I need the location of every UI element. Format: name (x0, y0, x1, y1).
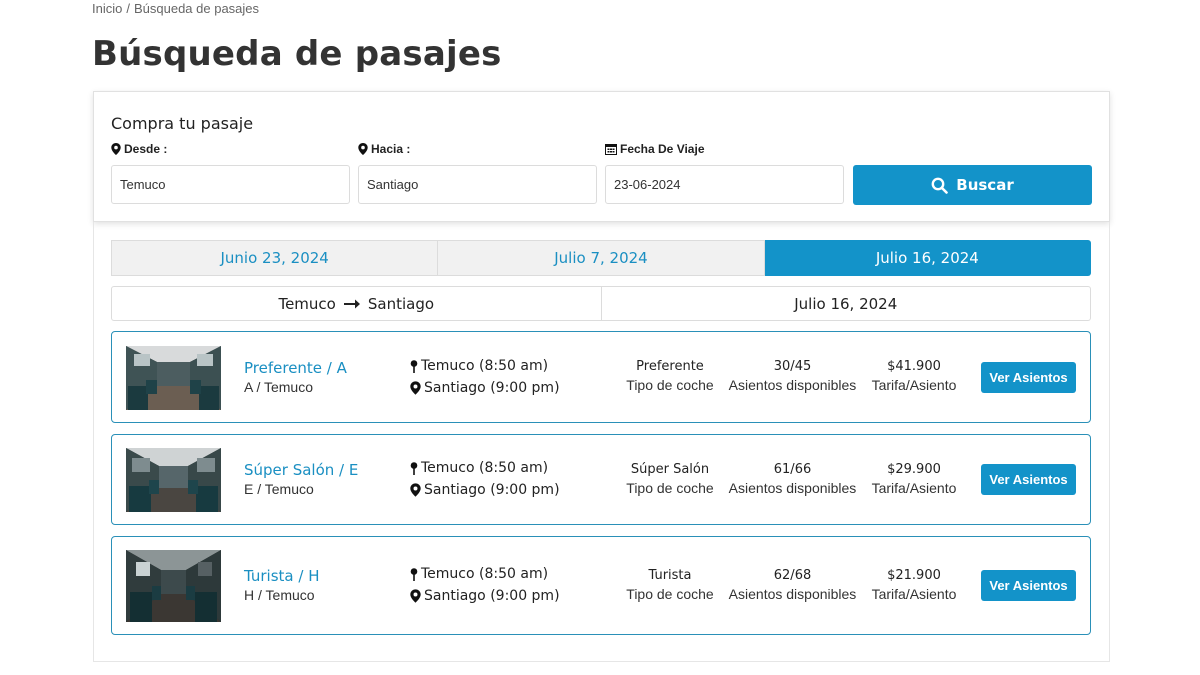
view-seats-button[interactable]: Ver Asientos (981, 362, 1076, 393)
date-label-text: Fecha De Viaje (620, 142, 705, 156)
arrival-text: Santiago (9:00 pm) (424, 380, 560, 396)
date-tab-july-16[interactable]: Julio 16, 2024 (764, 240, 1091, 276)
car-type-label: Tipo de coche (626, 480, 714, 496)
from-input[interactable] (111, 165, 350, 204)
date-tabs: Junio 23, 2024 Julio 7, 2024 Julio 16, 2… (111, 240, 1091, 276)
departure-stop: Temuco (8:50 am) (410, 358, 548, 374)
price-info: $21.900 Tarifa/Asiento (866, 567, 962, 603)
search-heading: Compra tu pasaje (111, 114, 254, 133)
departure-text: Temuco (8:50 am) (421, 358, 549, 374)
car-type-value: Preferente (636, 359, 704, 374)
date-tab-july-7[interactable]: Julio 7, 2024 (438, 240, 765, 276)
seats-label: Asientos disponibles (728, 377, 857, 393)
coach-sub: A / Temuco (244, 379, 314, 395)
car-type-value: Súper Salón (630, 462, 710, 477)
result-card: Preferente / A A / Temuco Temuco (8:50 a… (111, 331, 1091, 423)
search-button-label: Buscar (956, 176, 1014, 194)
calendar-icon (605, 144, 617, 155)
pin-icon (410, 359, 418, 373)
seats-info: 62/68 Asientos disponibles (725, 567, 860, 603)
price-info: $29.900 Tarifa/Asiento (866, 461, 962, 497)
view-seats-button[interactable]: Ver Asientos (981, 464, 1076, 495)
from-label: Desde : (111, 142, 167, 156)
coach-photo (126, 550, 221, 622)
arrival-text: Santiago (9:00 pm) (424, 588, 560, 604)
result-card: Súper Salón / E E / Temuco Temuco (8:50 … (111, 434, 1091, 525)
coach-name: Súper Salón / E (244, 461, 359, 479)
breadcrumb-current: Búsqueda de pasajes (133, 1, 260, 16)
arrival-stop: Santiago (9:00 pm) (410, 380, 560, 396)
to-label: Hacia : (358, 142, 410, 156)
date-input[interactable] (605, 165, 844, 204)
route-date: Julio 16, 2024 (600, 287, 1091, 320)
departure-stop: Temuco (8:50 am) (410, 566, 548, 582)
pin-icon (410, 461, 418, 475)
result-card: Turista / H H / Temuco Temuco (8:50 am) … (111, 536, 1091, 635)
departure-text: Temuco (8:50 am) (421, 460, 549, 476)
search-icon (931, 177, 949, 194)
seats-value: 30/45 (773, 359, 812, 374)
price-info: $41.900 Tarifa/Asiento (866, 358, 962, 394)
arrow-right-icon (343, 299, 360, 308)
price-label: Tarifa/Asiento (871, 586, 957, 602)
price-value: $29.900 (887, 462, 941, 477)
car-type-info: Turista Tipo de coche (620, 567, 720, 603)
to-label-text: Hacia : (371, 142, 411, 156)
price-value: $41.900 (887, 359, 941, 374)
seats-value: 62/68 (773, 568, 812, 583)
to-input[interactable] (358, 165, 597, 204)
route-cities: Temuco Santiago (112, 287, 601, 320)
pin-icon (410, 567, 418, 581)
arrival-stop: Santiago (9:00 pm) (410, 482, 560, 498)
coach-sub: H / Temuco (244, 587, 315, 603)
coach-sub: E / Temuco (244, 481, 314, 497)
seats-value: 61/66 (773, 462, 812, 477)
price-label: Tarifa/Asiento (871, 480, 957, 496)
price-label: Tarifa/Asiento (871, 377, 957, 393)
arrival-stop: Santiago (9:00 pm) (410, 588, 560, 604)
search-button[interactable]: Buscar (853, 165, 1092, 205)
car-type-info: Preferente Tipo de coche (620, 358, 720, 394)
map-marker-icon (358, 143, 368, 155)
date-tab-june-23[interactable]: Junio 23, 2024 (111, 240, 439, 276)
date-label: Fecha De Viaje (605, 142, 705, 156)
route-origin: Temuco (278, 294, 336, 313)
map-marker-icon (410, 589, 421, 603)
search-panel: Compra tu pasaje Desde : Hacia : Fecha D… (93, 91, 1110, 222)
car-type-info: Súper Salón Tipo de coche (620, 461, 720, 497)
page-title: Búsqueda de pasajes (92, 34, 502, 74)
from-label-text: Desde : (124, 142, 168, 156)
seats-info: 30/45 Asientos disponibles (725, 358, 860, 394)
car-type-label: Tipo de coche (626, 586, 714, 602)
coach-name: Turista / H (244, 567, 320, 585)
seats-label: Asientos disponibles (728, 480, 857, 496)
map-marker-icon (410, 483, 421, 497)
price-value: $21.900 (887, 568, 941, 583)
coach-name: Preferente / A (244, 359, 347, 377)
view-seats-button[interactable]: Ver Asientos (981, 570, 1076, 601)
seats-label: Asientos disponibles (728, 586, 857, 602)
route-destination: Santiago (367, 294, 435, 313)
coach-photo (126, 448, 221, 512)
seats-info: 61/66 Asientos disponibles (725, 461, 860, 497)
car-type-value: Turista (648, 568, 692, 583)
arrival-text: Santiago (9:00 pm) (424, 482, 560, 498)
departure-text: Temuco (8:50 am) (421, 566, 549, 582)
map-marker-icon (410, 381, 421, 395)
breadcrumb-home-link[interactable]: Inicio (92, 1, 122, 16)
route-summary: Temuco Santiago Julio 16, 2024 (111, 286, 1091, 321)
map-marker-icon (111, 143, 121, 155)
coach-photo (126, 346, 221, 410)
route-date-text: Julio 16, 2024 (794, 294, 898, 313)
departure-stop: Temuco (8:50 am) (410, 460, 548, 476)
car-type-label: Tipo de coche (626, 377, 714, 393)
breadcrumb: Inicio / Búsqueda de pasajes (92, 1, 259, 16)
breadcrumb-separator: / (126, 1, 130, 16)
